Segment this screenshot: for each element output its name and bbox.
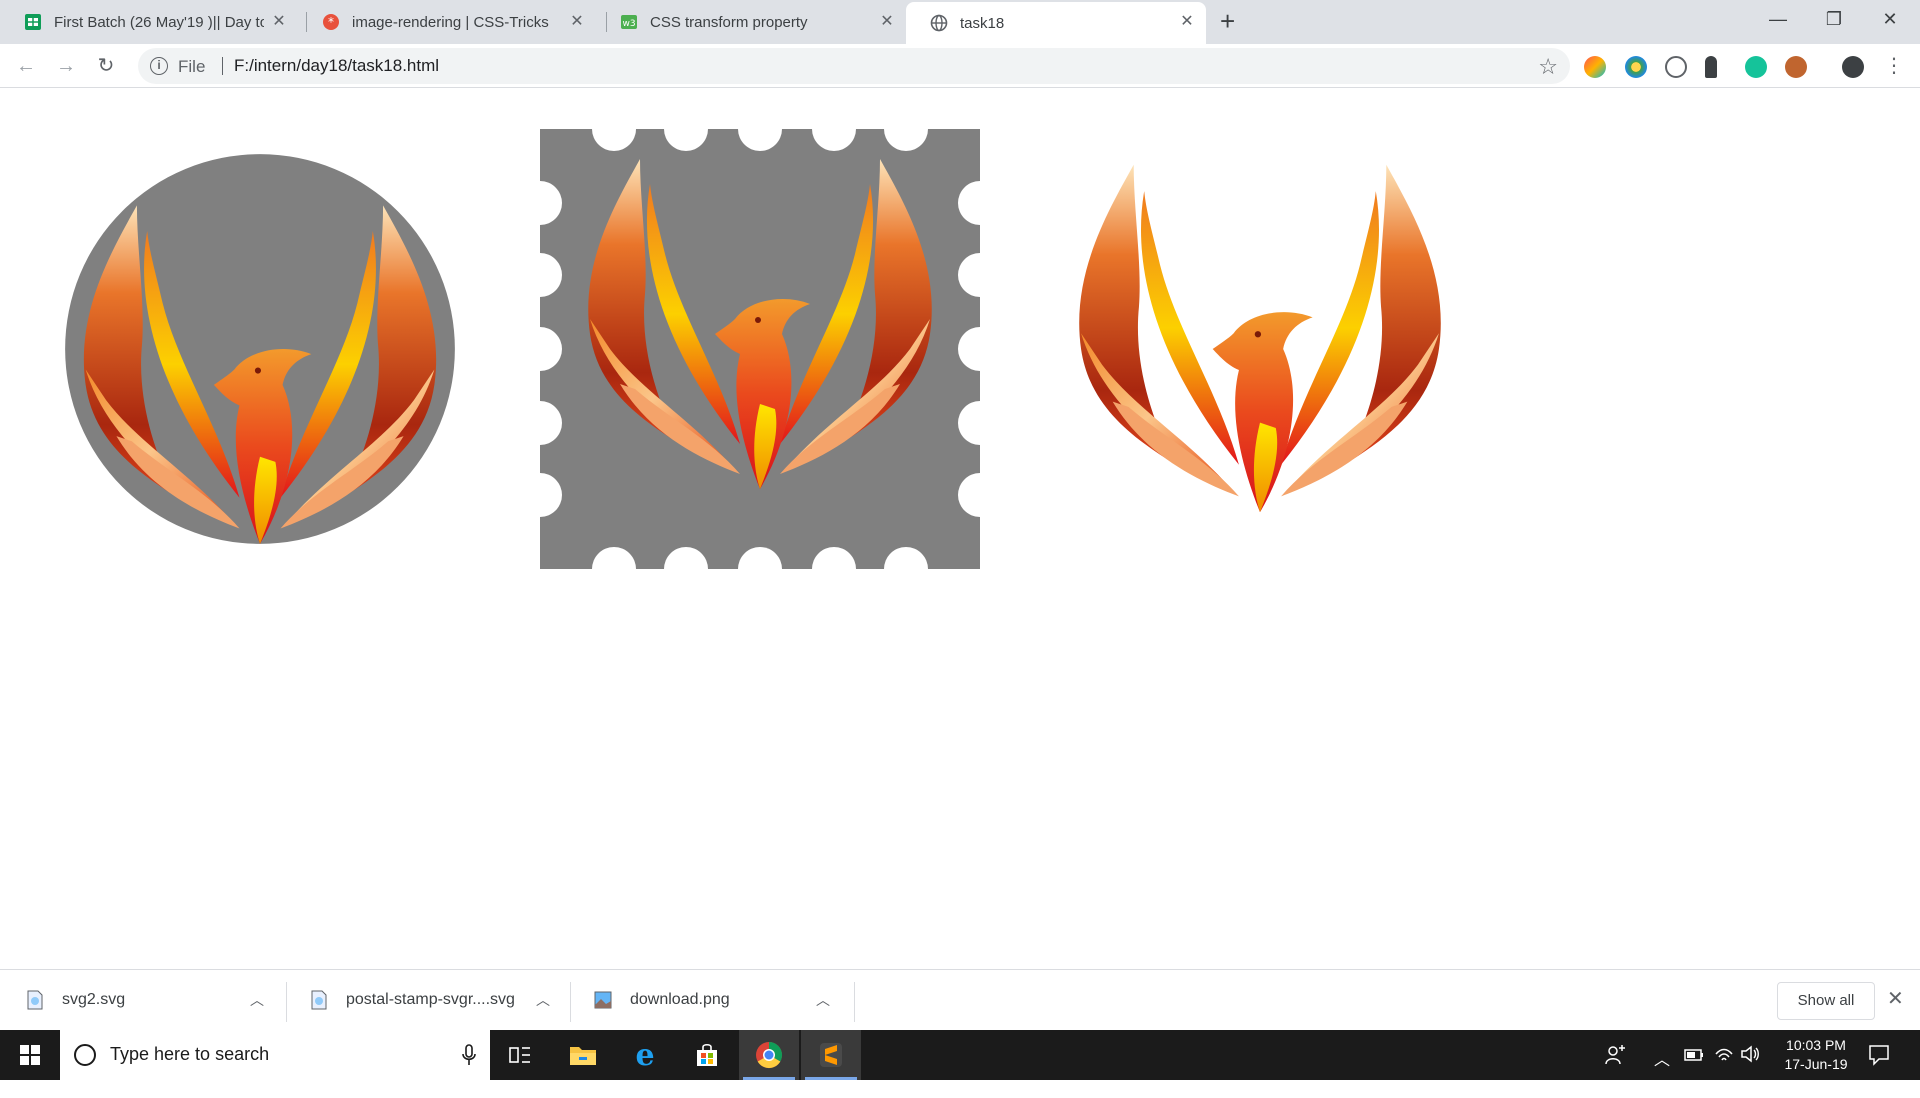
globe-icon <box>930 14 948 32</box>
close-icon[interactable]: ✕ <box>878 13 896 31</box>
info-icon[interactable]: i <box>150 57 168 75</box>
chevron-up-icon[interactable]: ︿ <box>536 990 550 1010</box>
chevron-up-icon[interactable]: ︿ <box>1654 1046 1670 1096</box>
profile-avatar[interactable] <box>1842 56 1864 78</box>
phoenix-plain-image <box>1079 164 1441 513</box>
cortana-icon <box>74 1044 96 1066</box>
restore-button[interactable]: ❐ <box>1814 4 1854 34</box>
download-divider <box>286 982 287 1022</box>
reload-icon[interactable]: ↻ <box>90 50 122 82</box>
pinterest-icon[interactable] <box>1665 56 1687 78</box>
tab-task18[interactable]: task18 ✕ <box>906 2 1206 44</box>
close-icon[interactable]: ✕ <box>270 13 288 31</box>
phoenix-circle-image <box>65 154 455 544</box>
battery-icon[interactable] <box>1684 1048 1704 1098</box>
download-item[interactable]: download.png ︿ <box>594 978 844 1022</box>
system-clock[interactable]: 10:03 PM 17-Jun-19 <box>1770 1036 1862 1074</box>
browser-toolbar: ← → ↻ i File F:/intern/day18/task18.html… <box>0 44 1920 88</box>
extension-icon[interactable] <box>1584 56 1606 78</box>
file-explorer-icon[interactable] <box>553 1030 613 1080</box>
store-icon[interactable] <box>677 1030 737 1080</box>
tab-title: task18 <box>960 14 1005 32</box>
file-icon <box>27 990 43 1010</box>
extension-globe-icon[interactable] <box>1625 56 1647 78</box>
wifi-icon[interactable] <box>1714 1046 1734 1096</box>
svg-text:*: * <box>328 15 334 29</box>
download-filename: svg2.svg <box>62 991 126 1008</box>
taskbar-search[interactable]: Type here to search <box>60 1030 490 1080</box>
tab-css-transform[interactable]: w3 CSS transform property ✕ <box>596 2 906 42</box>
download-filename: postal-stamp-svgr....svg <box>346 991 515 1008</box>
bookmark-star-icon[interactable]: ☆ <box>1538 54 1558 80</box>
people-icon[interactable] <box>1604 1044 1626 1094</box>
task-view-icon[interactable] <box>490 1030 550 1080</box>
w3schools-icon: w3 <box>621 15 637 29</box>
tab-title: image-rendering | CSS-Tricks <box>352 13 549 31</box>
windows-logo-icon <box>20 1045 40 1065</box>
taskbar: Type here to search e ︿ 10:03 PM 17-Jun-… <box>0 1030 1920 1080</box>
image-file-icon <box>594 991 612 1009</box>
tab-strip: First Batch (26 May'19 )|| Day to Day ✕ … <box>0 0 1920 44</box>
css-tricks-icon: * <box>323 14 339 30</box>
file-icon <box>311 990 327 1010</box>
windows-start-button[interactable] <box>0 1030 60 1080</box>
phoenix-postal-stamp-image <box>540 129 980 569</box>
key-icon[interactable] <box>1705 56 1717 78</box>
clock-date: 17-Jun-19 <box>1784 1056 1848 1072</box>
grammarly-icon[interactable] <box>1745 56 1767 78</box>
internet-explorer-icon[interactable]: e <box>615 1030 675 1080</box>
close-icon[interactable]: ✕ <box>568 13 586 31</box>
menu-dots-icon[interactable]: ⋮ <box>1878 50 1910 82</box>
chrome-icon[interactable] <box>739 1030 799 1080</box>
minimize-button[interactable]: — <box>1758 4 1798 34</box>
new-tab-button[interactable]: + <box>1220 8 1235 34</box>
download-divider <box>854 982 855 1022</box>
close-icon[interactable]: ✕ <box>1178 13 1196 31</box>
url-text[interactable]: F:/intern/day18/task18.html <box>234 56 439 76</box>
microphone-icon[interactable] <box>462 1044 476 1066</box>
page-content <box>0 89 1920 969</box>
tab-title: CSS transform property <box>650 13 808 31</box>
forward-arrow-icon[interactable]: → <box>50 50 82 82</box>
close-icon[interactable]: ✕ <box>1887 986 1904 1011</box>
download-item[interactable]: svg2.svg ︿ <box>26 978 276 1022</box>
tab-title: First Batch (26 May'19 )|| Day to Day <box>54 13 264 31</box>
notifications-icon[interactable] <box>1868 1044 1890 1094</box>
volume-icon[interactable] <box>1740 1045 1760 1095</box>
monkey-icon[interactable] <box>1785 56 1807 78</box>
clock-time: 10:03 PM <box>1786 1037 1846 1053</box>
chevron-up-icon[interactable]: ︿ <box>250 990 264 1010</box>
show-all-button[interactable]: Show all <box>1777 982 1875 1020</box>
download-item[interactable]: postal-stamp-svgr....svg ︿ <box>310 978 560 1022</box>
download-filename: download.png <box>630 991 730 1008</box>
download-shelf: svg2.svg ︿ postal-stamp-svgr....svg ︿ do… <box>0 969 1920 1030</box>
back-arrow-icon[interactable]: ← <box>10 50 42 82</box>
sheets-icon <box>25 14 41 30</box>
window-close-button[interactable]: ✕ <box>1870 4 1910 34</box>
svg-text:w3: w3 <box>622 19 635 29</box>
address-bar[interactable]: i File F:/intern/day18/task18.html ☆ <box>138 48 1570 84</box>
chevron-up-icon[interactable]: ︿ <box>816 990 830 1010</box>
address-divider <box>222 57 223 75</box>
sublime-text-icon[interactable] <box>801 1030 861 1080</box>
download-divider <box>570 982 571 1022</box>
tab-css-tricks[interactable]: * image-rendering | CSS-Tricks ✕ <box>298 2 596 42</box>
search-placeholder: Type here to search <box>110 1044 270 1064</box>
scheme-label: File <box>178 57 206 76</box>
tab-first-batch[interactable]: First Batch (26 May'19 )|| Day to Day ✕ <box>0 2 298 42</box>
